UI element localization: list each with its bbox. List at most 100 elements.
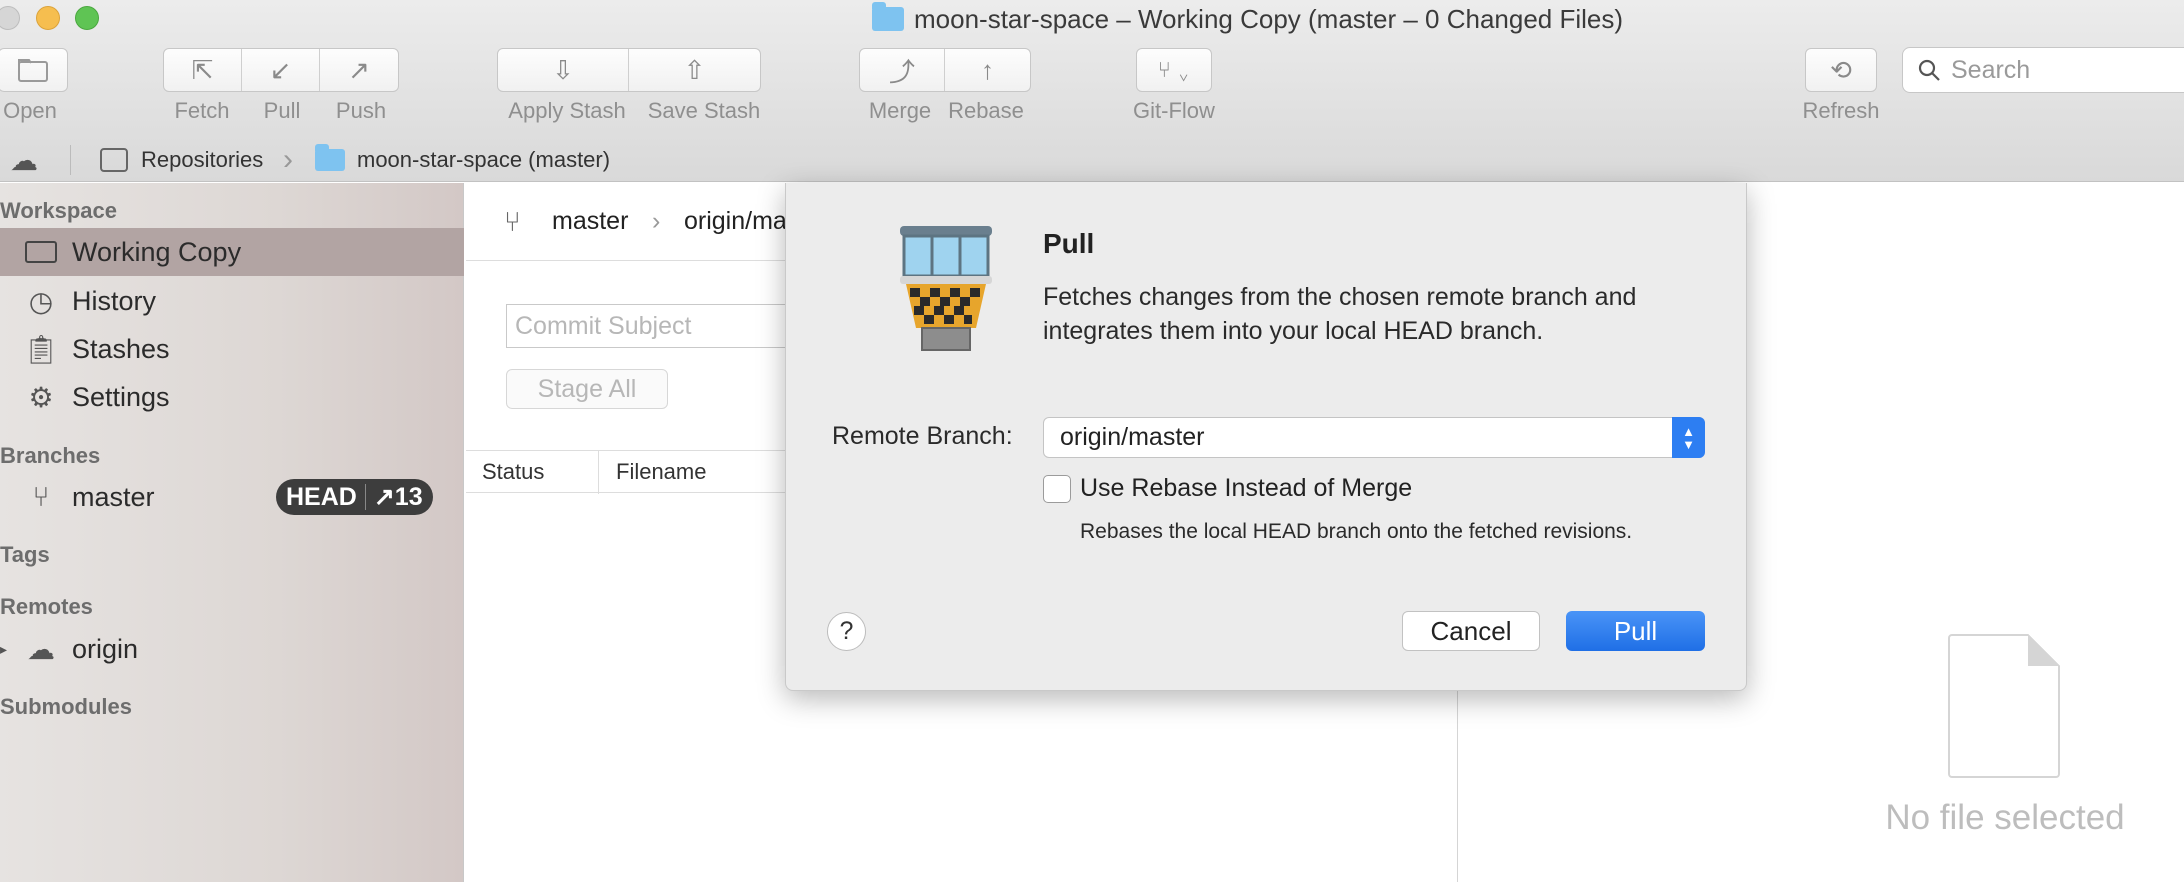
ahead-count: ↗13	[373, 483, 423, 511]
cloud-icon[interactable]: ☁	[10, 144, 38, 177]
path-divider	[70, 145, 71, 175]
rebase-icon: ↑	[981, 54, 994, 85]
badge-divider	[364, 484, 366, 510]
commit-subject-placeholder: Commit Subject	[515, 311, 692, 340]
folder-icon	[24, 235, 58, 269]
fetch-label: Fetch	[174, 98, 230, 123]
push-label: Push	[335, 98, 387, 123]
sidebar-item-label: origin	[72, 633, 139, 664]
remote-branch-select[interactable]: origin/master	[1043, 417, 1705, 458]
merge-icon: ⤴	[888, 56, 915, 87]
git-flow-button-group: ⑂ ⌄	[1136, 48, 1212, 92]
sidebar-item-working-copy[interactable]: Working Copy	[0, 228, 464, 276]
tower-app-icon	[900, 226, 992, 351]
window-title-text: moon-star-space – Working Copy (master –…	[914, 3, 1624, 34]
search-icon	[1918, 59, 1940, 81]
merge-label: Merge	[868, 98, 932, 123]
breadcrumb-chevron-icon: ›	[283, 143, 293, 176]
merge-button[interactable]: ⤴	[860, 49, 945, 91]
file-table-header: Status Filename	[466, 450, 786, 494]
branch-icon: ⑂	[32, 481, 50, 512]
sidebar-header-remotes: Remotes	[0, 594, 93, 619]
sidebar-header-tags: Tags	[0, 542, 50, 567]
open-button[interactable]	[0, 49, 67, 91]
disclosure-triangle-icon[interactable]: ▸	[0, 641, 7, 658]
folder-icon	[872, 2, 904, 31]
breadcrumb-repo[interactable]: moon-star-space (master)	[357, 147, 610, 173]
commit-subject-input[interactable]: Commit Subject	[506, 304, 796, 348]
path-bar: ☁ Repositories › moon-star-space (master…	[0, 138, 2184, 182]
pull-label: Pull	[263, 98, 301, 123]
column-status[interactable]: Status	[482, 459, 544, 485]
fetch-icon: ⇱	[191, 54, 214, 85]
rebase-checkbox-label[interactable]: Use Rebase Instead of Merge	[1080, 474, 1412, 503]
stash-button-group: ⇩ ⇧	[497, 48, 761, 92]
push-button[interactable]: ↗	[320, 49, 398, 91]
search-input[interactable]: Search	[1902, 47, 2184, 93]
pull-icon: ↙	[269, 54, 292, 85]
dialog-description: Fetches changes from the chosen remote b…	[1043, 283, 1637, 345]
head-label: HEAD	[286, 482, 357, 511]
help-button[interactable]: ?	[827, 612, 866, 651]
document-icon	[1948, 634, 2060, 778]
zoom-window-button[interactable]	[75, 6, 99, 30]
sidebar-item-stashes[interactable]: 📋︎ Stashes	[0, 325, 464, 373]
remote-branch: origin/ma	[684, 207, 787, 235]
sidebar-item-history[interactable]: ◷ History	[0, 277, 464, 325]
rebase-label: Rebase	[948, 98, 1024, 123]
git-flow-icon: ⑂ ⌄	[1157, 57, 1191, 82]
cancel-button[interactable]: Cancel	[1402, 611, 1540, 651]
pull-button[interactable]: ↙	[242, 49, 320, 91]
search-placeholder: Search	[1951, 55, 2031, 84]
open-folder-icon	[18, 59, 48, 82]
open-button-group	[0, 48, 68, 92]
repositories-icon	[100, 148, 128, 172]
sidebar-item-label: Stashes	[72, 333, 170, 364]
select-stepper-icon[interactable]: ▲ ▼	[1672, 417, 1705, 458]
column-divider	[598, 451, 599, 494]
sidebar-header-workspace: Workspace	[0, 198, 117, 223]
sidebar-item-label: master	[72, 481, 155, 512]
head-badge: HEAD ↗13	[276, 479, 433, 515]
stage-all-button[interactable]: Stage All	[506, 369, 668, 409]
rebase-button[interactable]: ↑	[945, 49, 1030, 91]
apply-stash-icon: ⇩	[552, 54, 574, 85]
chevron-right-icon: ›	[652, 207, 661, 235]
push-icon: ↗	[348, 54, 370, 85]
sidebar-item-label: Working Copy	[72, 236, 242, 267]
rebase-checkbox[interactable]	[1043, 475, 1071, 503]
sidebar-header-submodules: Submodules	[0, 694, 133, 719]
remote-branch-value: origin/master	[1060, 423, 1205, 451]
branch-icon: ⑂	[504, 205, 521, 237]
local-branch: master	[552, 207, 629, 235]
breadcrumb-repositories[interactable]: Repositories	[141, 147, 263, 173]
merge-button-group: ⤴ ↑	[859, 48, 1031, 92]
save-stash-button[interactable]: ⇧	[629, 49, 760, 91]
pull-button[interactable]: Pull	[1566, 611, 1705, 651]
git-flow-button[interactable]: ⑂ ⌄	[1137, 49, 1211, 91]
clipboard-icon: 📋︎	[23, 333, 59, 365]
apply-stash-button[interactable]: ⇩	[498, 49, 629, 91]
refresh-button-group: ⟲	[1805, 48, 1877, 92]
git-flow-label: Git-Flow	[1133, 98, 1215, 123]
refresh-label: Refresh	[1802, 98, 1880, 123]
sidebar-item-remote-origin[interactable]: ▸ ☁ origin	[0, 625, 464, 673]
refresh-icon: ⟲	[1830, 54, 1852, 85]
fetch-button[interactable]: ⇱	[164, 49, 242, 91]
no-file-selected-text: No file selected	[1885, 798, 2125, 837]
sidebar-item-label: History	[72, 285, 157, 316]
remote-branch-label: Remote Branch:	[832, 422, 1013, 450]
dialog-title: Pull	[1043, 228, 1095, 259]
sync-button-group: ⇱ ↙ ↗	[163, 48, 399, 92]
save-stash-label: Save Stash	[647, 98, 761, 123]
cloud-folder-icon: ☁	[27, 633, 55, 665]
pane-splitter[interactable]	[1457, 690, 1458, 882]
minimize-window-button[interactable]	[36, 6, 60, 30]
rebase-hint: Rebases the local HEAD branch onto the f…	[1080, 520, 1633, 543]
branch-bar: ⑂ master › origin/ma	[466, 183, 787, 261]
sidebar-item-settings[interactable]: ⚙ Settings	[0, 373, 464, 421]
refresh-button[interactable]: ⟲	[1806, 49, 1876, 91]
column-filename[interactable]: Filename	[616, 459, 706, 485]
gear-icon: ⚙	[28, 381, 54, 413]
sidebar-header-branches: Branches	[0, 443, 101, 468]
